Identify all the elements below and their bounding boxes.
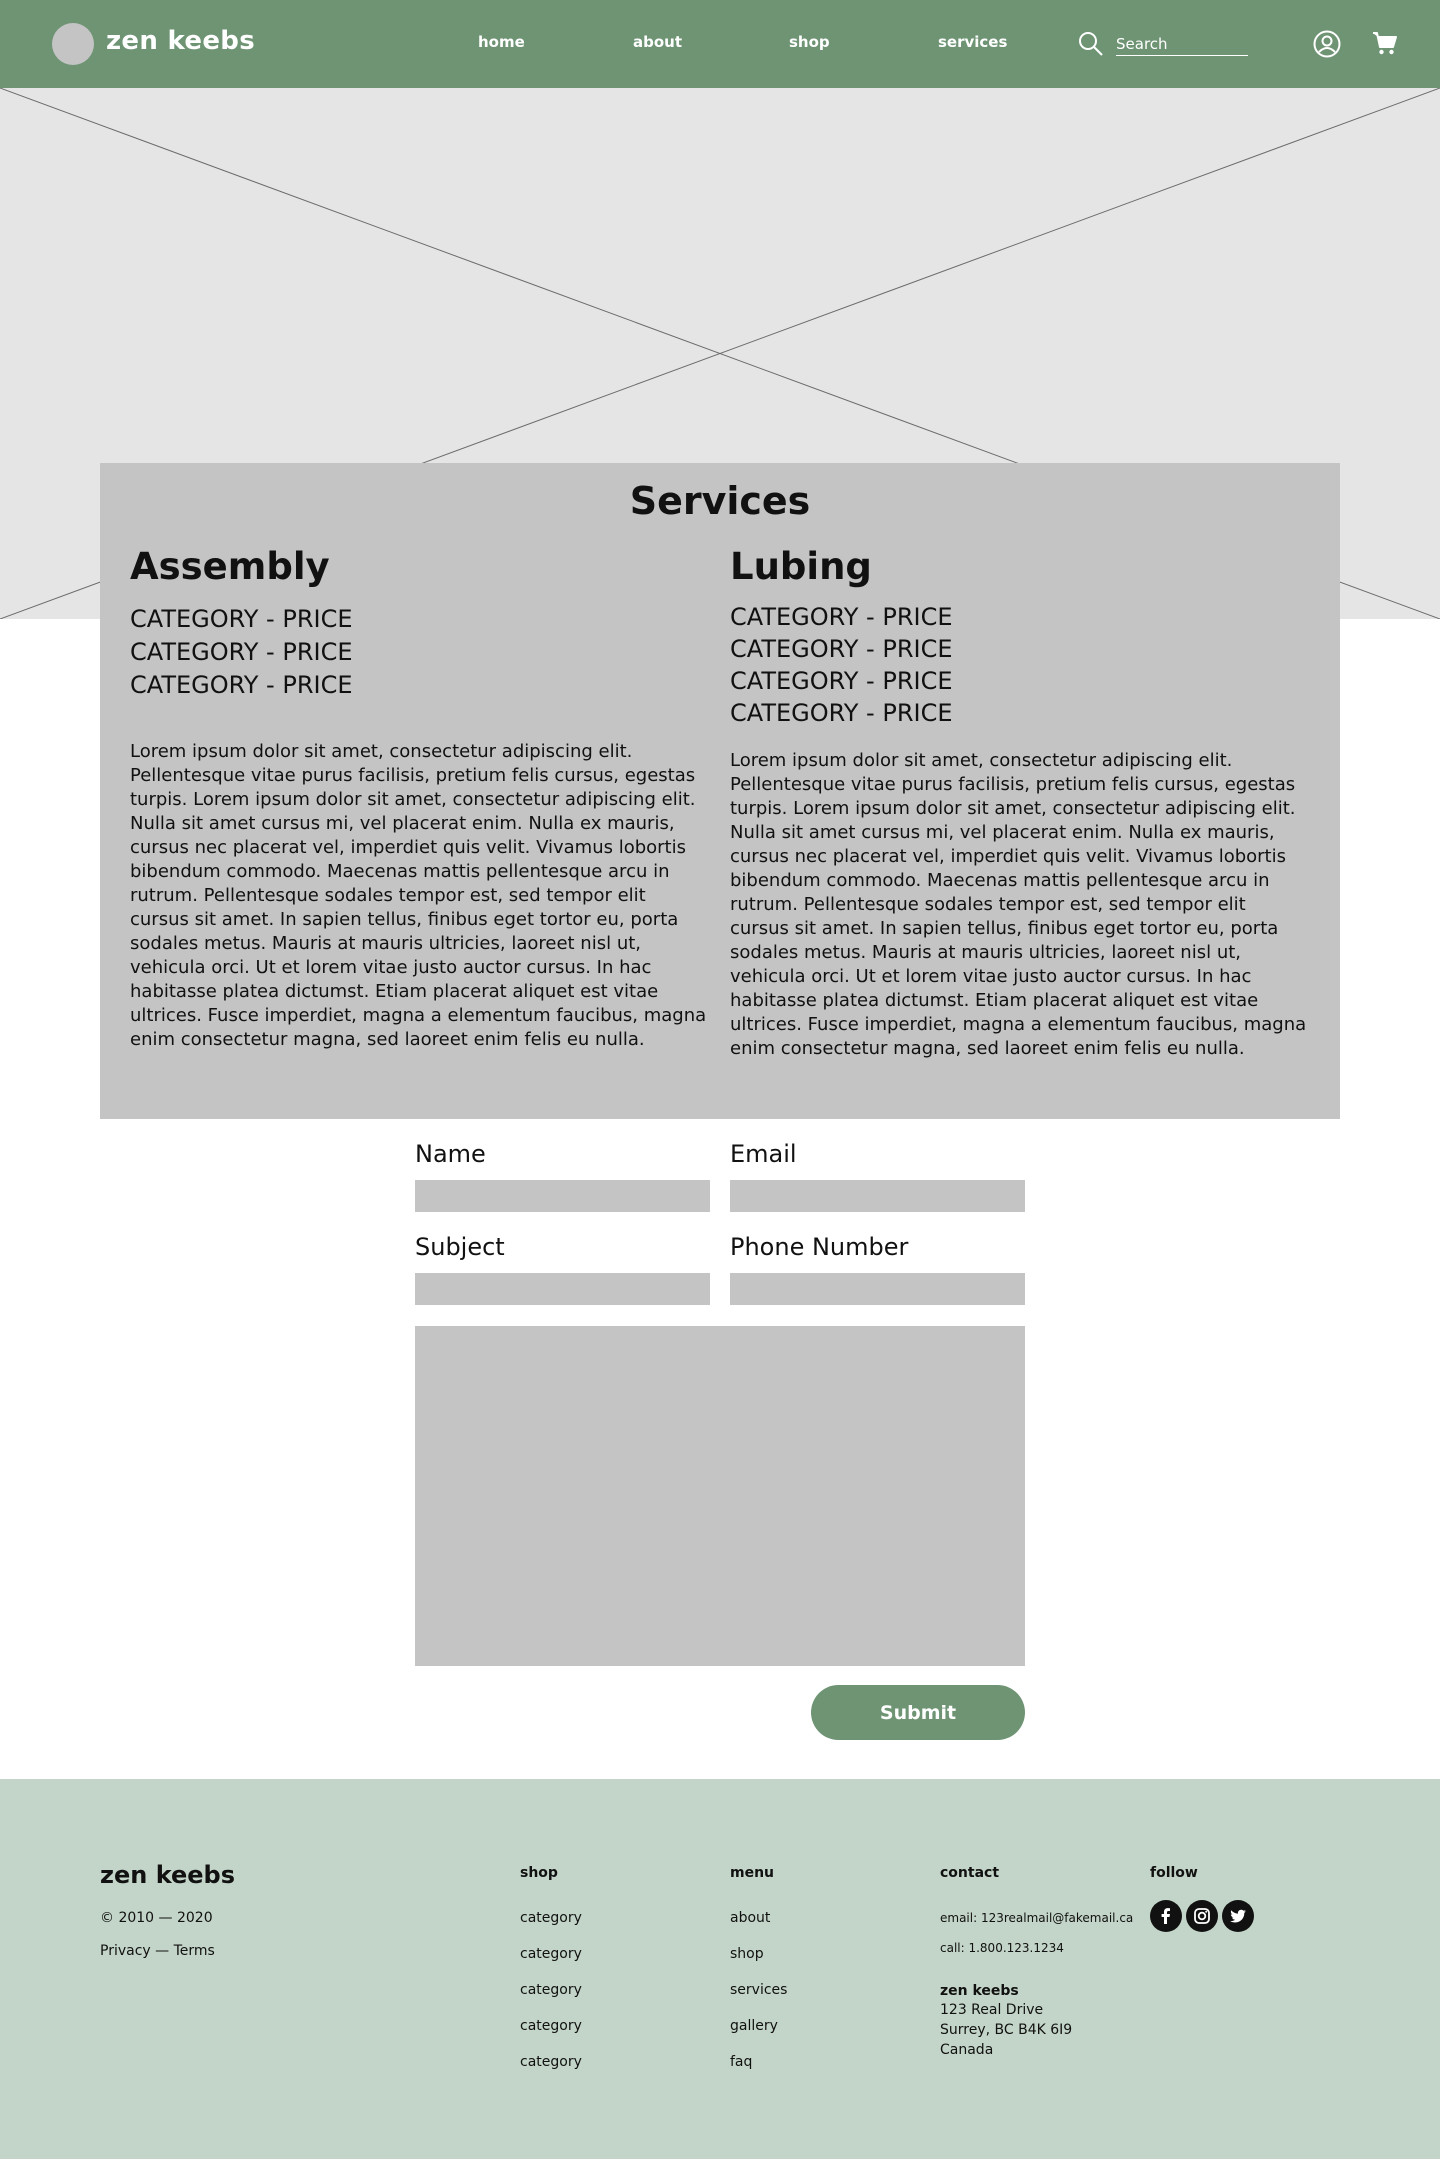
message-textarea[interactable] bbox=[415, 1326, 1025, 1666]
price-row: CATEGORY - PRICE bbox=[130, 638, 353, 666]
footer-address-name: zen keebs bbox=[940, 1983, 1019, 1999]
footer-menu-faq[interactable]: faq bbox=[730, 2054, 752, 2070]
search-input[interactable] bbox=[1116, 32, 1248, 56]
footer: zen keebs © 2010 — 2020 Privacy — Terms … bbox=[0, 1779, 1440, 2159]
search-icon[interactable] bbox=[1078, 31, 1104, 57]
footer-shop-link[interactable]: category bbox=[520, 1946, 582, 1962]
top-nav: zen keebs home about shop services bbox=[0, 0, 1440, 88]
price-row: CATEGORY - PRICE bbox=[130, 671, 353, 699]
nav-link-about[interactable]: about bbox=[633, 33, 682, 51]
lubing-column: Lubing CATEGORY - PRICE CATEGORY - PRICE… bbox=[730, 545, 1310, 1061]
footer-shop-link[interactable]: category bbox=[520, 2054, 582, 2070]
subject-input[interactable] bbox=[415, 1273, 710, 1305]
footer-menu-gallery[interactable]: gallery bbox=[730, 2018, 778, 2034]
user-account-icon[interactable] bbox=[1313, 30, 1341, 58]
footer-menu-about[interactable]: about bbox=[730, 1910, 770, 1926]
phone-label: Phone Number bbox=[730, 1233, 909, 1261]
assembly-column: Assembly CATEGORY - PRICE CATEGORY - PRI… bbox=[130, 545, 710, 1052]
footer-shop-link[interactable]: category bbox=[520, 2018, 582, 2034]
footer-address-line: Canada bbox=[940, 2042, 994, 2058]
price-row: CATEGORY - PRICE bbox=[730, 603, 953, 631]
footer-contact-heading: contact bbox=[940, 1865, 1000, 1881]
footer-shop-link[interactable]: category bbox=[520, 1982, 582, 1998]
assembly-heading: Assembly bbox=[130, 545, 330, 588]
brand-name[interactable]: zen keebs bbox=[106, 26, 255, 56]
footer-contact-phone[interactable]: call: 1.800.123.1234 bbox=[940, 1941, 1064, 1955]
lubing-price-list: CATEGORY - PRICE CATEGORY - PRICE CATEGO… bbox=[730, 601, 1310, 729]
price-row: CATEGORY - PRICE bbox=[730, 667, 953, 695]
footer-brand: zen keebs bbox=[100, 1861, 236, 1889]
footer-menu-services[interactable]: services bbox=[730, 1982, 787, 1998]
nav-link-shop[interactable]: shop bbox=[789, 33, 830, 51]
lubing-heading: Lubing bbox=[730, 545, 872, 588]
logo[interactable] bbox=[52, 23, 94, 65]
cart-icon[interactable] bbox=[1372, 30, 1398, 56]
footer-shop-heading: shop bbox=[520, 1865, 558, 1881]
phone-input[interactable] bbox=[730, 1273, 1025, 1305]
email-label: Email bbox=[730, 1140, 797, 1168]
lubing-description: Lorem ipsum dolor sit amet, consectetur … bbox=[730, 750, 1307, 1059]
price-row: CATEGORY - PRICE bbox=[130, 605, 353, 633]
submit-button[interactable]: Submit bbox=[811, 1685, 1025, 1740]
footer-legal-links[interactable]: Privacy — Terms bbox=[100, 1943, 215, 1959]
footer-menu-shop[interactable]: shop bbox=[730, 1946, 764, 1962]
nav-link-services[interactable]: services bbox=[938, 33, 1007, 51]
footer-address-line: Surrey, BC B4K 6I9 bbox=[940, 2022, 1073, 2038]
services-card: Services Assembly CATEGORY - PRICE CATEG… bbox=[100, 463, 1340, 1119]
price-row: CATEGORY - PRICE bbox=[730, 635, 953, 663]
footer-contact-email[interactable]: email: 123realmail@fakemail.ca bbox=[940, 1911, 1133, 1925]
footer-follow-heading: follow bbox=[1150, 1865, 1198, 1881]
subject-label: Subject bbox=[415, 1233, 505, 1261]
footer-menu-heading: menu bbox=[730, 1865, 775, 1881]
footer-address-line: 123 Real Drive bbox=[940, 2002, 1044, 2018]
assembly-price-list: CATEGORY - PRICE CATEGORY - PRICE CATEGO… bbox=[130, 603, 710, 702]
instagram-icon[interactable] bbox=[1186, 1900, 1218, 1932]
footer-copyright: © 2010 — 2020 bbox=[100, 1910, 213, 1926]
services-title: Services bbox=[629, 479, 811, 523]
assembly-description: Lorem ipsum dolor sit amet, consectetur … bbox=[130, 741, 707, 1050]
price-row: CATEGORY - PRICE bbox=[730, 699, 953, 727]
facebook-icon[interactable] bbox=[1150, 1900, 1182, 1932]
email-input[interactable] bbox=[730, 1180, 1025, 1212]
name-label: Name bbox=[415, 1140, 486, 1168]
twitter-icon[interactable] bbox=[1222, 1900, 1254, 1932]
nav-link-home[interactable]: home bbox=[478, 33, 525, 51]
name-input[interactable] bbox=[415, 1180, 710, 1212]
footer-shop-link[interactable]: category bbox=[520, 1910, 582, 1926]
